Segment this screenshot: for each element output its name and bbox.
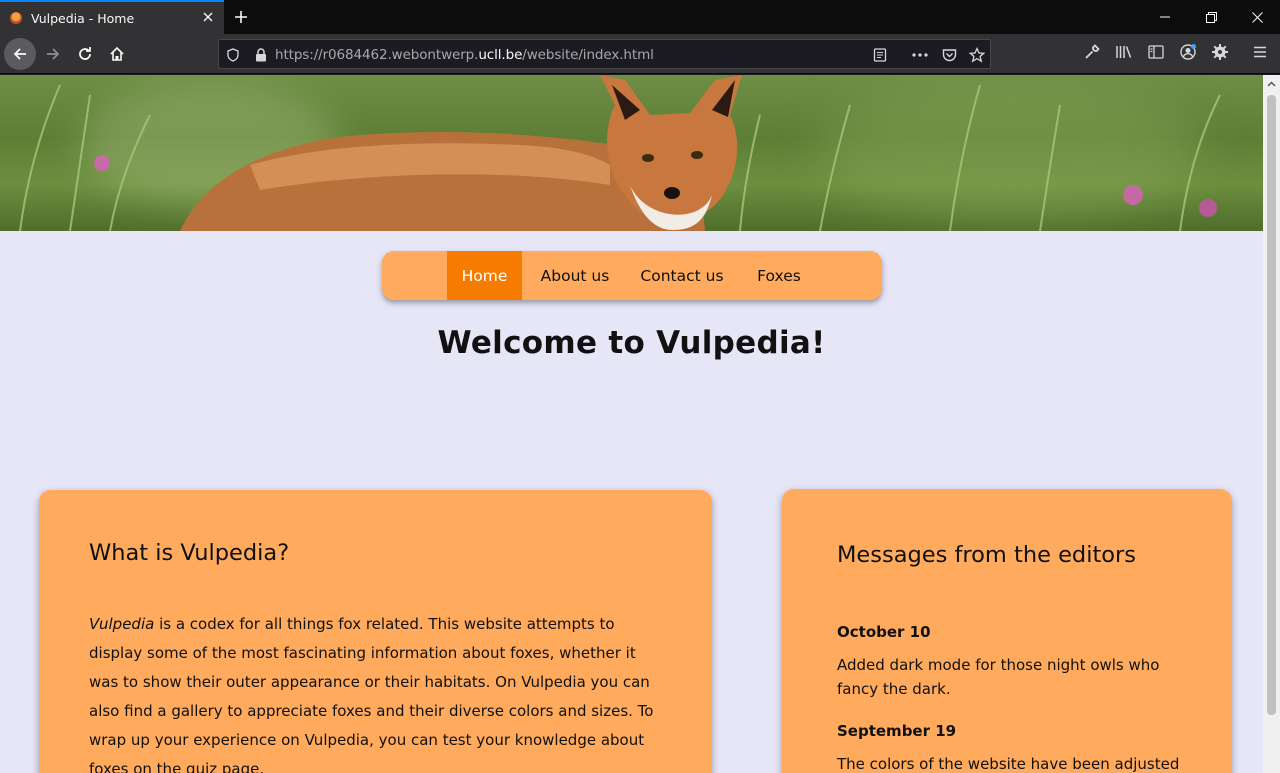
library-icon[interactable]	[1114, 42, 1134, 62]
vertical-scrollbar[interactable]	[1263, 75, 1280, 773]
main-nav: Home About us Contact us Foxes	[382, 251, 882, 300]
close-tab-icon[interactable]	[200, 9, 216, 25]
account-icon[interactable]	[1178, 42, 1198, 62]
messages-heading: Messages from the editors	[837, 542, 1137, 568]
restore-icon[interactable]	[1188, 0, 1234, 34]
messages-card: Messages from the editors October 10 Add…	[782, 489, 1232, 773]
page-title: Welcome to Vulpedia!	[437, 325, 826, 361]
pocket-icon[interactable]	[940, 46, 958, 64]
back-icon[interactable]	[4, 38, 36, 70]
scrollbar-thumb[interactable]	[1267, 95, 1276, 715]
message-date: September 19	[837, 722, 957, 740]
home-icon[interactable]	[101, 38, 133, 70]
reload-icon[interactable]	[69, 38, 101, 70]
tracking-shield-icon[interactable]	[224, 46, 242, 64]
tab-title: Vulpedia - Home	[31, 10, 135, 26]
hamburger-menu-icon[interactable]	[1250, 42, 1270, 62]
message-text: Added dark mode for those night owls who…	[837, 656, 1160, 698]
developer-tools-icon[interactable]	[1082, 42, 1102, 62]
bookmark-star-icon[interactable]	[968, 46, 986, 64]
extension-gear-icon[interactable]	[1210, 42, 1230, 62]
navigation-toolbar: https://r0684462.webontwerp.ucll.be/webs…	[0, 34, 1280, 74]
nav-foxes[interactable]: Foxes	[744, 251, 814, 300]
nav-about-us[interactable]: About us	[528, 251, 622, 300]
nav-contact-us[interactable]: Contact us	[634, 251, 730, 300]
page-viewport: Home About us Contact us Foxes Welcome t…	[0, 75, 1263, 773]
message-text: The colors of the website have been adju…	[837, 755, 1180, 773]
about-heading: What is Vulpedia?	[89, 540, 290, 566]
fox-illustration	[180, 75, 742, 231]
browser-tab[interactable]: Vulpedia - Home	[0, 0, 224, 34]
lock-icon[interactable]	[252, 46, 270, 64]
close-window-icon[interactable]	[1234, 0, 1280, 34]
hero-fox-image	[0, 75, 1263, 231]
minimize-icon[interactable]	[1142, 0, 1188, 34]
sidebar-icon[interactable]	[1146, 42, 1166, 62]
forward-icon[interactable]	[37, 38, 69, 70]
scroll-up-arrow-icon[interactable]	[1263, 75, 1280, 92]
about-text: Vulpedia is a codex for all things fox r…	[89, 615, 654, 773]
reader-view-icon[interactable]	[871, 46, 889, 64]
address-bar[interactable]: https://r0684462.webontwerp.ucll.be/webs…	[218, 39, 991, 69]
url-text[interactable]: https://r0684462.webontwerp.ucll.be/webs…	[275, 47, 654, 63]
thistle-flower	[1199, 199, 1217, 217]
thistle-flower	[94, 155, 110, 171]
page-actions-icon[interactable]	[911, 46, 929, 64]
nav-home[interactable]: Home	[447, 251, 522, 300]
about-card: What is Vulpedia? Vulpedia is a codex fo…	[39, 490, 712, 773]
thistle-flower	[1123, 185, 1143, 205]
new-tab-icon[interactable]	[230, 6, 252, 28]
fox-favicon-icon	[10, 12, 22, 24]
message-date: October 10	[837, 623, 931, 641]
brand-name: Vulpedia	[89, 615, 155, 633]
tab-bar: Vulpedia - Home	[0, 0, 1280, 34]
